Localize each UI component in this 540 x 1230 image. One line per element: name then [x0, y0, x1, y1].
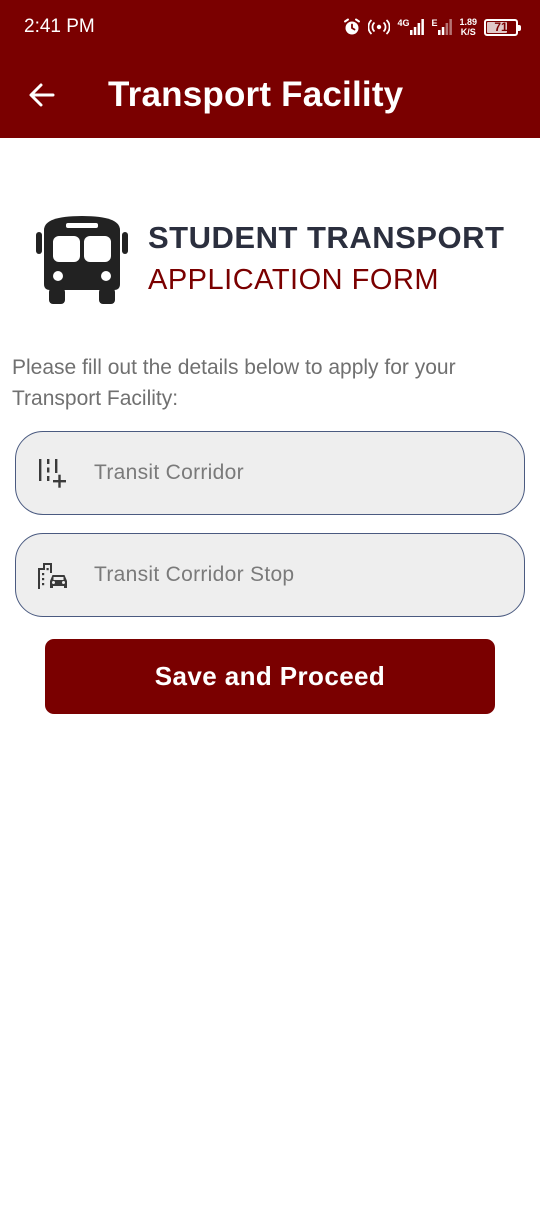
back-button[interactable] — [22, 75, 62, 115]
app-screen: 2:41 PM 4G E 1.89 K/S 71 Transport Facil… — [0, 0, 540, 1230]
status-bar: 2:41 PM 4G E 1.89 K/S 71 — [0, 0, 540, 55]
page-title: Transport Facility — [108, 75, 404, 114]
bus-icon — [36, 216, 128, 304]
alarm-icon — [344, 18, 361, 35]
signal-bars-icon — [410, 19, 425, 35]
save-and-proceed-button[interactable]: Save and Proceed — [45, 639, 495, 714]
app-bar: Transport Facility — [0, 55, 540, 138]
network-4g-indicator: 4G — [397, 18, 425, 35]
status-time: 2:41 PM — [24, 16, 95, 37]
network-speed-unit: K/S — [460, 27, 476, 37]
network-e-indicator: E — [431, 18, 453, 35]
network-speed-value: 1.89 — [459, 17, 477, 27]
form-header: STUDENT TRANSPORT APPLICATION FORM — [36, 212, 516, 308]
network-label-e: E — [431, 18, 438, 28]
hotspot-icon — [368, 19, 391, 35]
intro-text: Please fill out the details below to app… — [12, 356, 456, 410]
transit-corridor-stop-input[interactable] — [94, 534, 504, 616]
battery-indicator: 71 — [484, 18, 521, 36]
transit-corridor-input[interactable] — [94, 432, 504, 514]
route-add-icon — [39, 459, 66, 488]
heading-primary: STUDENT TRANSPORT — [148, 220, 505, 255]
network-label-4g: 4G — [397, 18, 410, 28]
signal-bars-weak-icon — [438, 19, 453, 35]
network-speed: 1.89 K/S — [459, 17, 477, 37]
status-icons: 4G E 1.89 K/S 71 — [343, 14, 521, 40]
building-car-icon — [38, 563, 67, 589]
heading-secondary: APPLICATION FORM — [148, 264, 440, 296]
arrow-left-icon — [29, 83, 55, 107]
transit-corridor-stop-field[interactable] — [15, 533, 525, 617]
transit-corridor-field[interactable] — [15, 431, 525, 515]
battery-level: 71 — [494, 20, 508, 34]
